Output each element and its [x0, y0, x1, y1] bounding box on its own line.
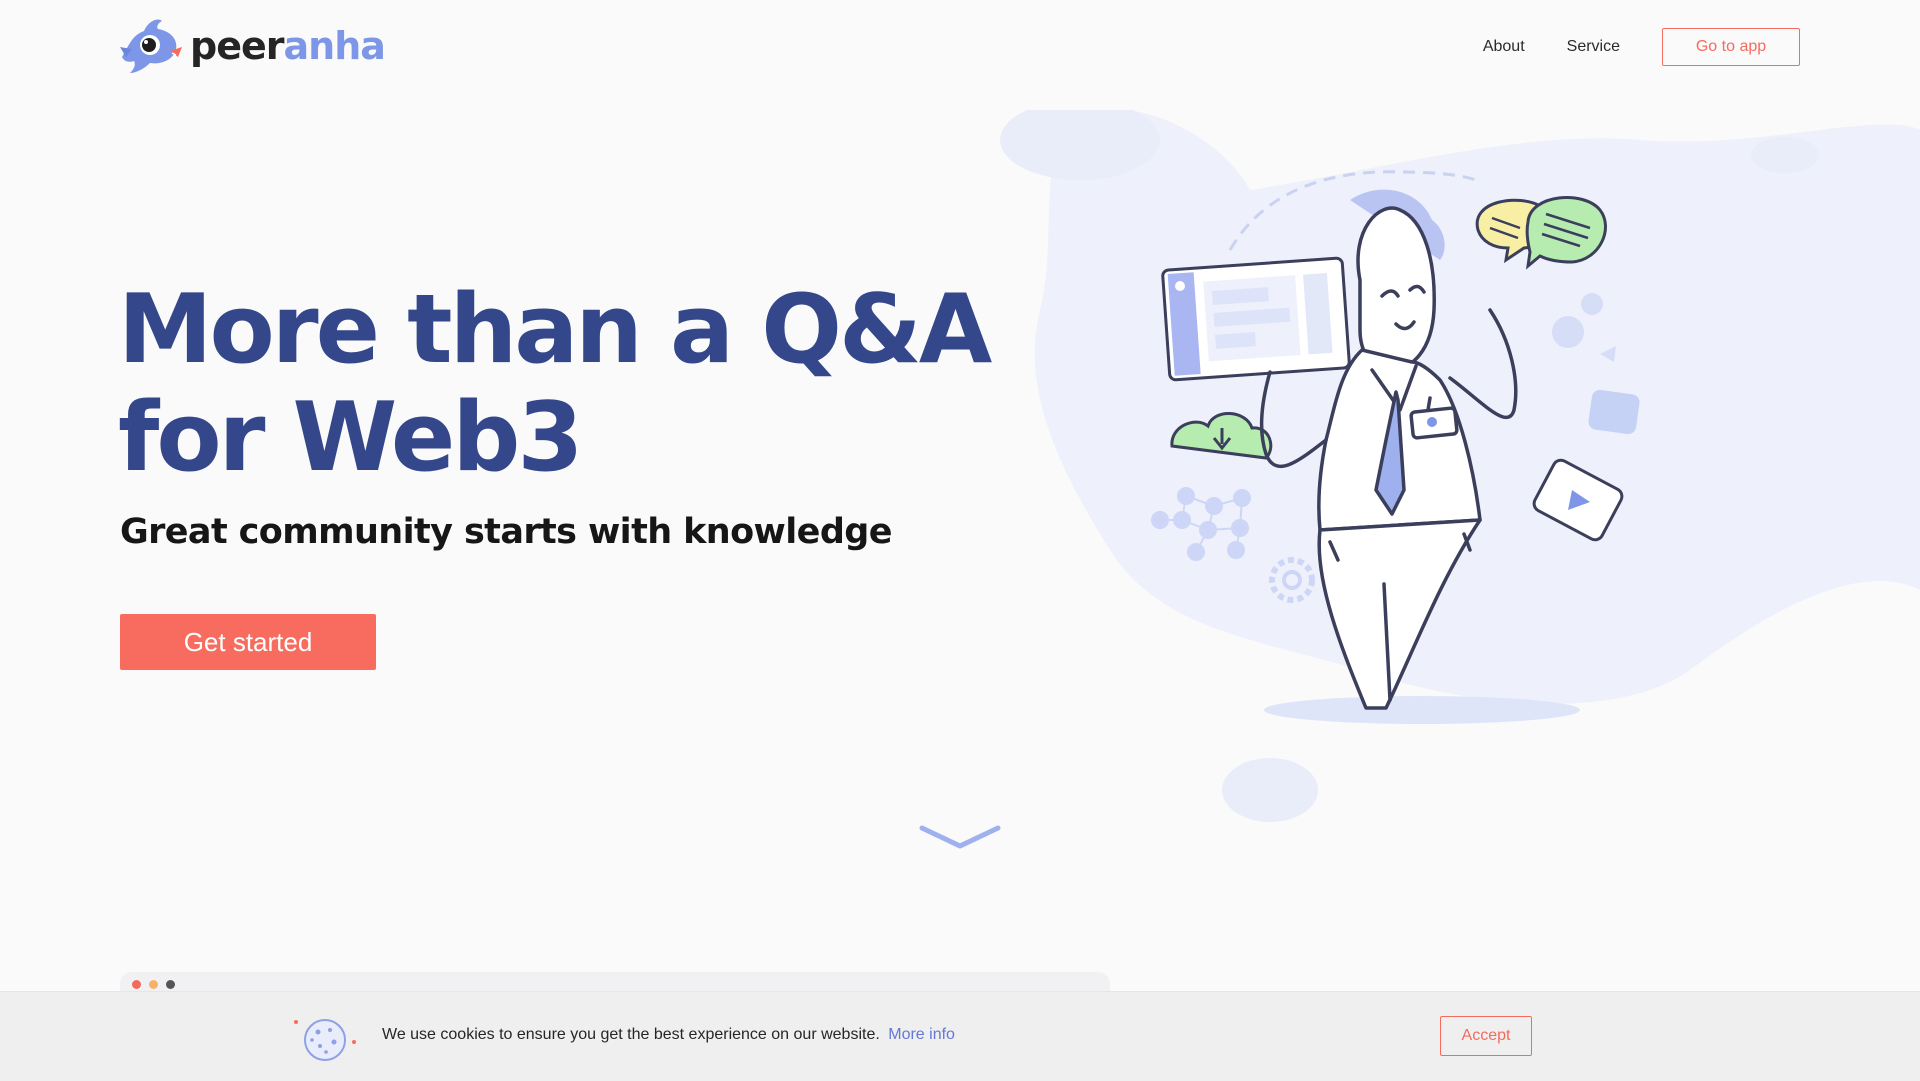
- floor-shadow: [1264, 696, 1580, 724]
- get-started-button[interactable]: Get started: [120, 614, 376, 670]
- cookie-message: We use cookies to ensure you get the bes…: [382, 1026, 955, 1044]
- background-blob: [1222, 758, 1318, 822]
- background-blob: [1034, 110, 1920, 704]
- window-dot-yellow: [149, 980, 158, 989]
- discord-screen: [1161, 256, 1351, 382]
- cookie-more-info-link[interactable]: More info: [888, 1026, 955, 1043]
- window-dot-gray: [166, 980, 175, 989]
- cookie-banner: We use cookies to ensure you get the bes…: [0, 991, 1920, 1081]
- main-nav: About Service Go to app: [1483, 27, 1800, 67]
- cookie-message-text: We use cookies to ensure you get the bes…: [382, 1026, 880, 1043]
- background-blob: [1751, 137, 1819, 173]
- brand-name-part2: anha: [283, 24, 386, 68]
- peeranha-logo-icon: [120, 19, 182, 73]
- nav-link-about[interactable]: About: [1483, 38, 1525, 56]
- hero-title-line-2: for Web3: [118, 383, 583, 493]
- window-dot-red: [132, 980, 141, 989]
- cookie-accept-button[interactable]: Accept: [1440, 1016, 1532, 1056]
- hero-illustration: [1000, 110, 1920, 822]
- go-to-app-button[interactable]: Go to app: [1662, 28, 1800, 66]
- chat-card-icon: [1588, 389, 1640, 435]
- hero-subtitle: Great community starts with knowledge: [120, 512, 892, 552]
- scroll-down-chevron-icon[interactable]: [918, 822, 1002, 852]
- discord-icon: [1552, 316, 1584, 348]
- brand-logo[interactable]: peeranha: [118, 16, 386, 76]
- nav-link-service[interactable]: Service: [1567, 38, 1620, 56]
- brand-name-part1: peer: [190, 24, 284, 68]
- brand-wordmark: peeranha: [190, 24, 386, 68]
- hero-title-line-1: More than a Q&A: [118, 275, 992, 385]
- hero-title: More than a Q&A for Web3: [118, 276, 1018, 492]
- slack-icon: [1581, 293, 1603, 315]
- cookie-icon: [294, 1019, 356, 1061]
- site-header: peeranha About Service Go to app: [0, 0, 1920, 94]
- discord-icon: [1175, 281, 1185, 291]
